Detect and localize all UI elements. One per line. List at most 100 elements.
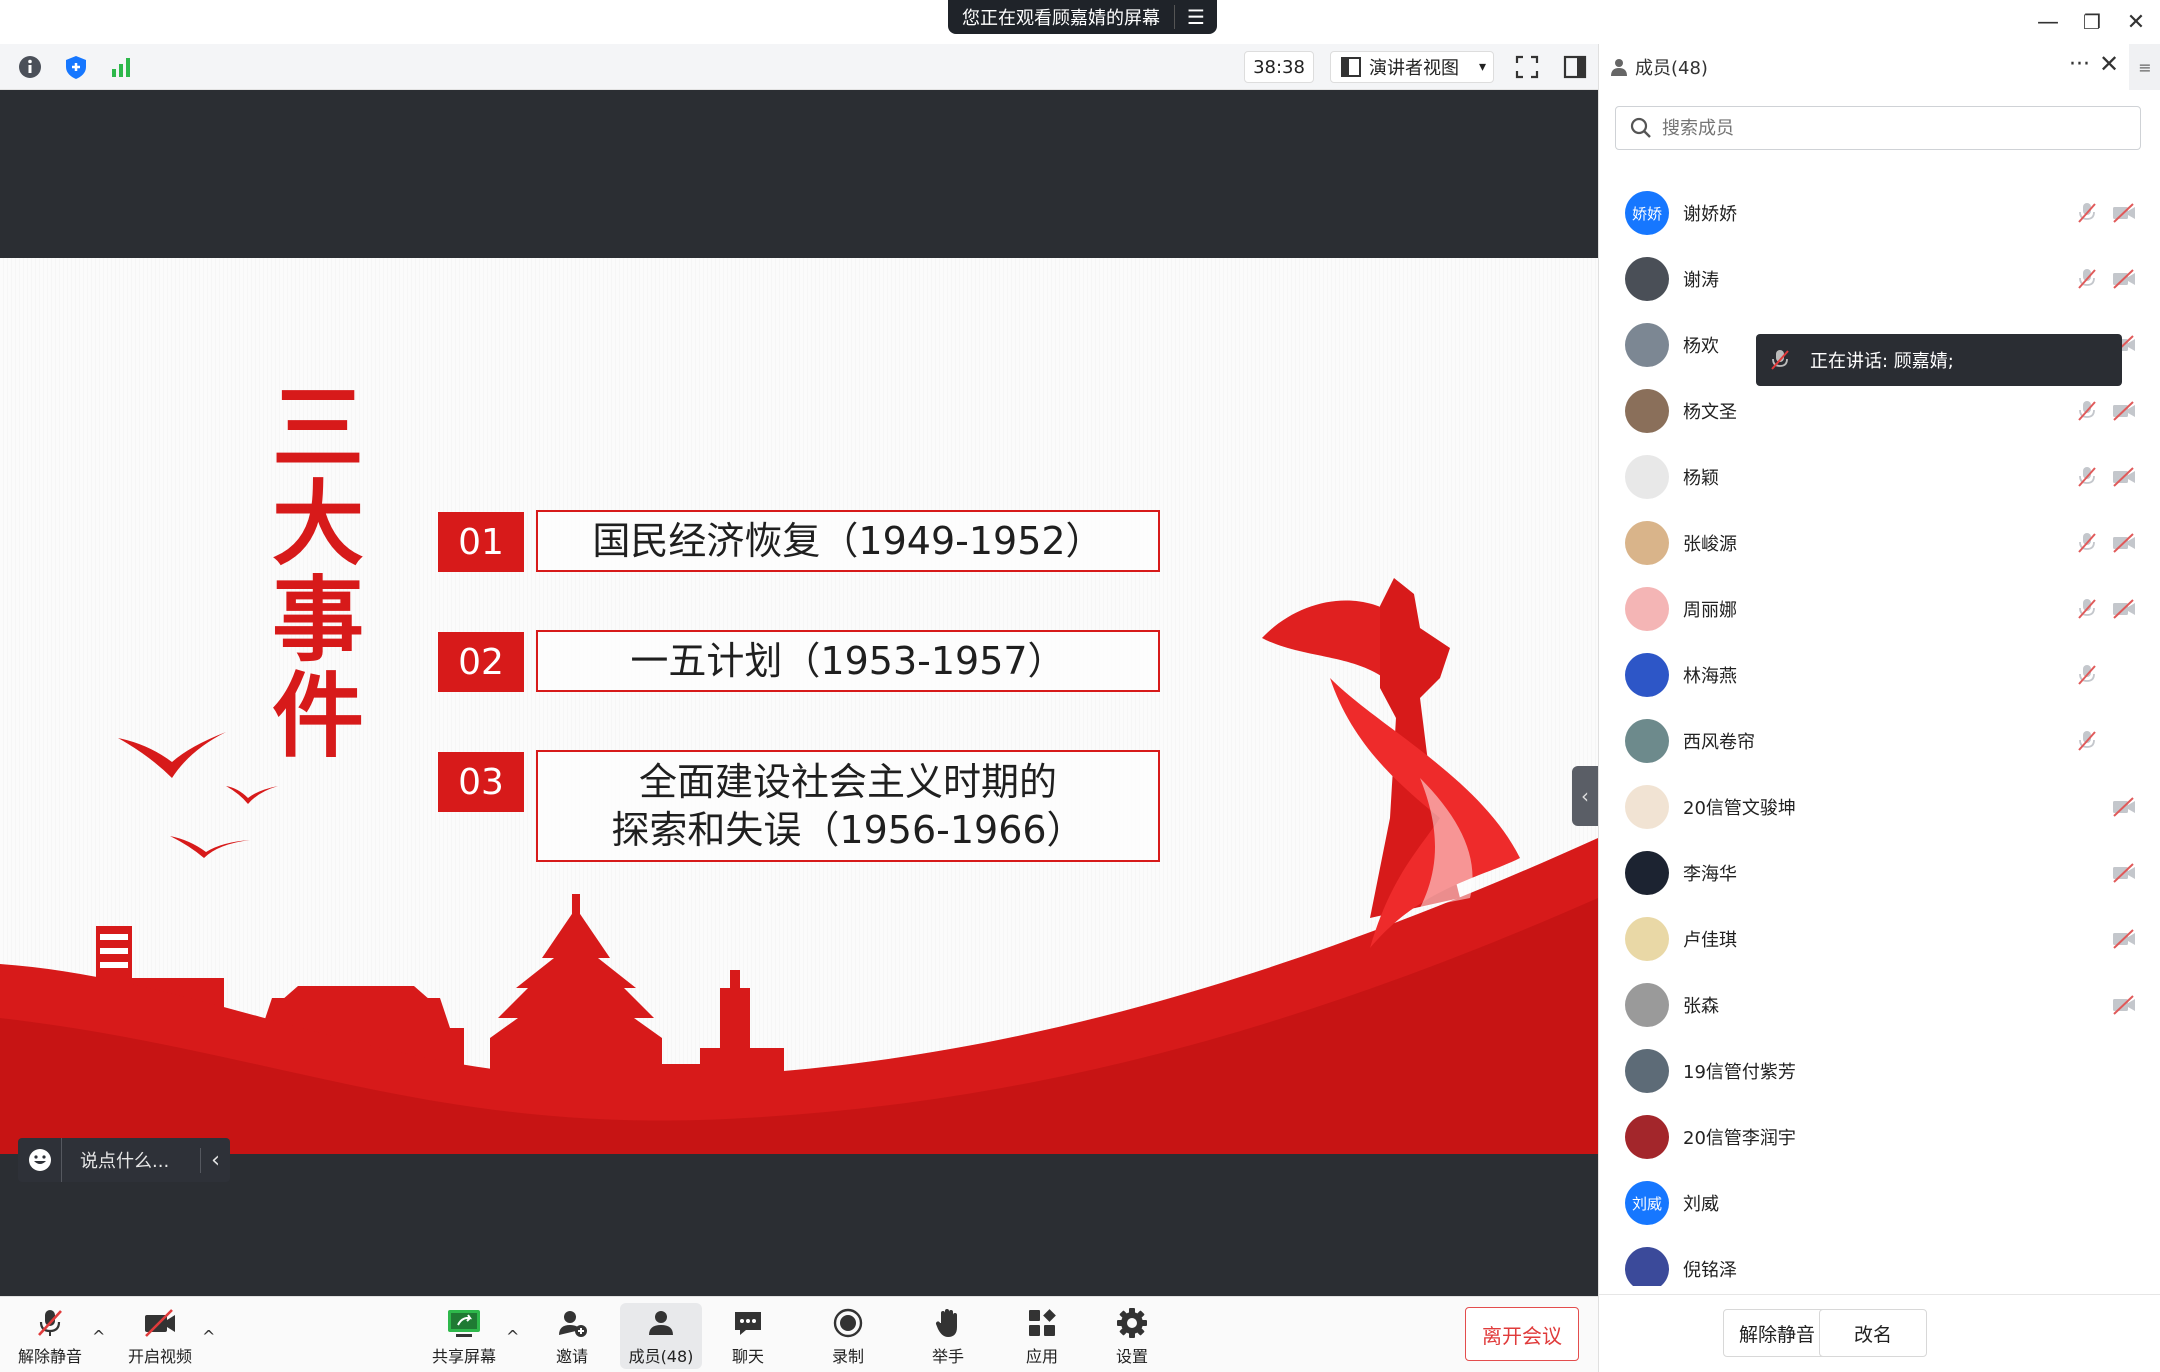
apps-control[interactable]: 应用 <box>1010 1303 1074 1369</box>
signal-icon[interactable] <box>108 53 136 81</box>
member-name: 刘威 <box>1683 1194 1719 1215</box>
side-panel-icon <box>1563 55 1587 79</box>
rename-button[interactable]: 改名 <box>1819 1309 1927 1357</box>
video-options-caret[interactable]: ^ <box>202 1327 215 1346</box>
screen-share-notice-text: 您正在观看顾嘉婧的屏幕 <box>962 8 1160 29</box>
view-mode-dropdown[interactable]: 演讲者视图 ▾ <box>1330 51 1494 83</box>
item-text-03: 全面建设社会主义时期的 探索和失误（1956-1966） <box>536 750 1160 862</box>
members-panel-actions: 解除静音 改名 <box>1599 1294 2160 1372</box>
shared-screen-area: 三大事件 01 国民经济恢复（1949-1952） 02 一五计划（1953-1… <box>0 90 1598 1296</box>
camera-off-icon <box>2111 267 2137 291</box>
member-row[interactable]: 倪铭泽 <box>1599 1236 2160 1286</box>
search-icon <box>1630 117 1651 138</box>
audio-options-caret[interactable]: ^ <box>92 1327 105 1346</box>
chevron-left-icon[interactable]: ‹ <box>200 1147 230 1173</box>
shield-icon[interactable] <box>62 53 90 81</box>
settings-label: 设置 <box>1115 1347 1148 1366</box>
avatar <box>1625 1115 1669 1159</box>
member-row[interactable]: 卢佳琪 <box>1599 906 2160 972</box>
screen-share-notice[interactable]: 您正在观看顾嘉婧的屏幕 ☰ <box>948 0 1217 34</box>
close-window-button[interactable]: ✕ <box>2116 6 2156 38</box>
member-row[interactable]: 林海燕 <box>1599 642 2160 708</box>
emoji-icon[interactable] <box>18 1138 62 1182</box>
member-search-box[interactable] <box>1615 106 2141 150</box>
member-name: 倪铭泽 <box>1683 1260 1737 1281</box>
fullscreen-button[interactable] <box>1512 53 1542 81</box>
share-menu-icon[interactable]: ☰ <box>1174 5 1205 29</box>
member-name: 卢佳琪 <box>1683 930 1737 951</box>
member-row[interactable]: 李海华 <box>1599 840 2160 906</box>
member-row[interactable]: 杨颖 <box>1599 444 2160 510</box>
item-number-01: 01 <box>438 512 524 572</box>
mic-muted-icon <box>2075 531 2099 555</box>
member-row[interactable]: 20信管李润宇 <box>1599 1104 2160 1170</box>
member-row[interactable]: 西风卷帘 <box>1599 708 2160 774</box>
view-mode-label: 演讲者视图 <box>1369 58 1459 79</box>
mic-muted-icon <box>2075 399 2099 423</box>
quick-chat-placeholder[interactable]: 说点什么... <box>62 1147 200 1173</box>
record-control[interactable]: 录制 <box>816 1303 880 1369</box>
share-options-caret[interactable]: ^ <box>506 1327 519 1346</box>
unmute-control[interactable]: 解除静音 <box>10 1303 90 1369</box>
gear-icon <box>1112 1303 1152 1343</box>
slide-decoration <box>0 578 1598 1154</box>
avatar <box>1625 1049 1669 1093</box>
panel-menu-icon[interactable]: ≡ <box>2129 44 2160 90</box>
avatar <box>1625 389 1669 433</box>
raise-hand-label: 举手 <box>931 1347 964 1366</box>
member-row[interactable]: 张森 <box>1599 972 2160 1038</box>
mic-muted-icon <box>30 1303 70 1343</box>
fullscreen-icon <box>1515 55 1539 79</box>
member-name: 谢涛 <box>1683 270 1719 291</box>
camera-off-icon <box>2111 201 2137 225</box>
start-video-control[interactable]: 开启视频 <box>120 1303 200 1369</box>
members-panel-header: 成员(48) ··· ✕ ≡ <box>1599 44 2160 90</box>
member-row[interactable]: 19信管付紫芳 <box>1599 1038 2160 1104</box>
restore-button[interactable]: ❐ <box>2072 6 2112 38</box>
invite-control[interactable]: 邀请 <box>540 1303 604 1369</box>
avatar <box>1625 1247 1669 1286</box>
member-name: 20信管文骏坤 <box>1683 798 1796 819</box>
member-row[interactable]: 刘威 刘威 <box>1599 1170 2160 1236</box>
member-name: 杨颖 <box>1683 468 1719 489</box>
record-label: 录制 <box>831 1347 864 1366</box>
collapse-panel-handle[interactable]: ‹ <box>1572 766 1598 826</box>
chat-control[interactable]: 聊天 <box>716 1303 780 1369</box>
mic-muted-icon <box>1771 350 1789 370</box>
meeting-window: 您正在观看顾嘉婧的屏幕 ☰ — ❐ ✕ 38:38 演讲者视图 ▾ 三大事件 0… <box>0 0 2160 1372</box>
camera-off-icon <box>140 1303 180 1343</box>
avatar <box>1625 521 1669 565</box>
info-icon[interactable] <box>16 53 44 81</box>
minimize-button[interactable]: — <box>2028 6 2068 38</box>
invite-label: 邀请 <box>555 1347 588 1366</box>
toggle-side-panel-button[interactable] <box>1560 53 1590 81</box>
avatar <box>1625 719 1669 763</box>
member-name: 20信管李润宇 <box>1683 1128 1796 1149</box>
close-panel-button[interactable]: ✕ <box>2099 50 2119 78</box>
item-text-03-line2: 探索和失误（1956-1966） <box>611 808 1085 852</box>
members-control[interactable]: 成员(48) <box>620 1303 702 1369</box>
members-label: 成员(48) <box>628 1347 694 1366</box>
layout-icon <box>1341 57 1361 77</box>
unmute-all-button[interactable]: 解除静音 <box>1723 1309 1831 1357</box>
member-row[interactable]: 娇娇 谢娇娇 <box>1599 180 2160 246</box>
settings-control[interactable]: 设置 <box>1100 1303 1164 1369</box>
member-row[interactable]: 20信管文骏坤 <box>1599 774 2160 840</box>
member-name: 西风卷帘 <box>1683 732 1755 753</box>
member-row[interactable]: 杨文圣 <box>1599 378 2160 444</box>
more-options-icon[interactable]: ··· <box>2069 52 2090 77</box>
mic-muted-icon <box>2075 663 2099 687</box>
member-row[interactable]: 谢涛 <box>1599 246 2160 312</box>
member-row[interactable]: 张峻源 <box>1599 510 2160 576</box>
mic-muted-icon <box>2075 465 2099 489</box>
camera-off-icon <box>2111 531 2137 555</box>
leave-meeting-button[interactable]: 离开会议 <box>1465 1307 1579 1361</box>
speaking-indicator-tooltip: 正在讲话: 顾嘉婧; <box>1756 334 2122 386</box>
members-panel: 成员(48) ··· ✕ ≡ 娇娇谢娇娇谢涛杨欢杨文圣杨颖张峻源周丽娜林海燕西风… <box>1598 44 2160 1372</box>
member-search-input[interactable] <box>1662 117 2122 139</box>
member-row[interactable]: 周丽娜 <box>1599 576 2160 642</box>
control-bar: 解除静音 ^ 开启视频 ^ 共享屏幕 ^ 邀请 成员(48) 聊天 录制 举手 … <box>0 1296 1598 1372</box>
share-screen-control[interactable]: 共享屏幕 <box>424 1303 504 1369</box>
quick-chat-box[interactable]: 说点什么... ‹ <box>18 1138 230 1182</box>
raise-hand-control[interactable]: 举手 <box>916 1303 980 1369</box>
